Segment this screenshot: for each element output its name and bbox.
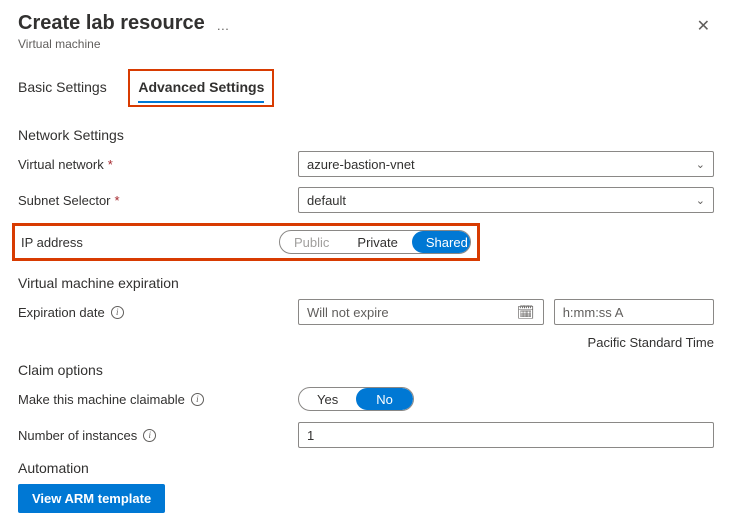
more-icon[interactable]: …: [216, 18, 229, 33]
page-subtitle: Virtual machine: [18, 37, 714, 51]
calendar-icon[interactable]: 🗓: [517, 304, 535, 321]
input-instances-value: 1: [307, 428, 314, 443]
info-icon[interactable]: i: [191, 393, 204, 406]
claimable-yes[interactable]: Yes: [299, 388, 356, 410]
ip-option-public[interactable]: Public: [280, 231, 343, 253]
input-expiration-time[interactable]: h:mm:ss A: [554, 299, 714, 325]
label-virtual-network: Virtual network*: [18, 157, 298, 172]
label-subnet-selector: Subnet Selector*: [18, 193, 298, 208]
ip-option-private[interactable]: Private: [343, 231, 411, 253]
highlight-advanced-tab: Advanced Settings: [128, 69, 274, 107]
row-instances: Number of instances i 1: [18, 422, 714, 448]
tab-advanced-settings[interactable]: Advanced Settings: [138, 73, 264, 103]
row-virtual-network: Virtual network* azure-bastion-vnet ⌄: [18, 151, 714, 177]
placeholder-expiration-time: h:mm:ss A: [563, 305, 624, 320]
row-claimable: Make this machine claimable i Yes No: [18, 386, 714, 412]
view-arm-template-button[interactable]: View ARM template: [18, 484, 165, 513]
select-subnet[interactable]: default ⌄: [298, 187, 714, 213]
tab-basic-settings[interactable]: Basic Settings: [18, 73, 107, 101]
row-expiration-date: Expiration date i Will not expire 🗓 h:mm…: [18, 299, 714, 325]
chevron-down-icon: ⌄: [696, 158, 705, 171]
ip-option-shared[interactable]: Shared: [412, 231, 471, 253]
tab-bar: Basic Settings Advanced Settings: [18, 69, 714, 107]
page-title: Create lab resource: [18, 12, 205, 35]
blade-header: Create lab resource … Virtual machine ✕: [18, 12, 714, 51]
input-instances[interactable]: 1: [298, 422, 714, 448]
label-expiration-date: Expiration date i: [18, 305, 298, 320]
chevron-down-icon: ⌄: [696, 194, 705, 207]
section-automation: Automation: [18, 460, 714, 476]
label-claimable: Make this machine claimable i: [18, 392, 298, 407]
section-claim-options: Claim options: [18, 362, 714, 378]
select-virtual-network-value: azure-bastion-vnet: [307, 157, 415, 172]
select-virtual-network[interactable]: azure-bastion-vnet ⌄: [298, 151, 714, 177]
row-subnet-selector: Subnet Selector* default ⌄: [18, 187, 714, 213]
highlight-ip-address: IP address Public Private Shared: [12, 223, 480, 261]
required-indicator: *: [115, 193, 120, 208]
input-expiration-date[interactable]: Will not expire 🗓: [298, 299, 544, 325]
required-indicator: *: [108, 157, 113, 172]
label-instances: Number of instances i: [18, 428, 298, 443]
section-network-settings: Network Settings: [18, 127, 714, 143]
label-ip-address: IP address: [15, 235, 279, 250]
claimable-no[interactable]: No: [356, 388, 413, 410]
select-subnet-value: default: [307, 193, 346, 208]
toggle-ip-address[interactable]: Public Private Shared: [279, 230, 471, 254]
info-icon[interactable]: i: [111, 306, 124, 319]
close-icon[interactable]: ✕: [693, 12, 714, 40]
timezone-label: Pacific Standard Time: [18, 335, 714, 350]
toggle-claimable[interactable]: Yes No: [298, 387, 414, 411]
section-vm-expiration: Virtual machine expiration: [18, 275, 714, 291]
placeholder-expiration-date: Will not expire: [307, 305, 389, 320]
info-icon[interactable]: i: [143, 429, 156, 442]
